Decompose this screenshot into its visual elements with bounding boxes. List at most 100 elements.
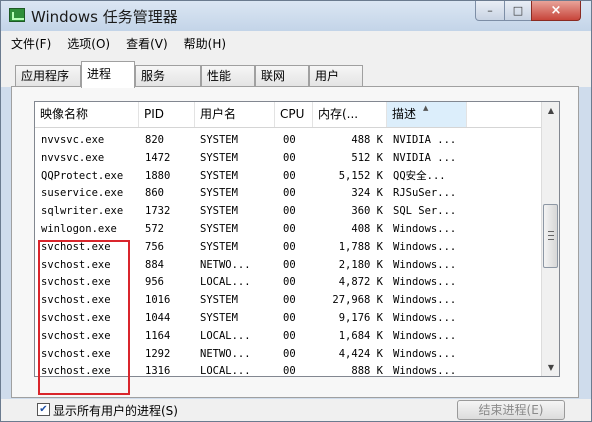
cell-pid: 572 — [145, 222, 164, 235]
cell-cpu: 00 — [283, 205, 296, 218]
cell-pid: 1472 — [145, 151, 171, 164]
tab-services[interactable]: 服务 — [135, 65, 201, 87]
cell-desc: SQL Ser... — [393, 205, 457, 218]
cell-cpu: 00 — [283, 258, 296, 271]
scroll-up-icon[interactable]: ▲ — [542, 102, 559, 119]
cell-cpu: 00 — [283, 134, 296, 146]
table-row[interactable]: svchost.exe 1016 SYSTEM 00 27,968 K Windows..… — [35, 292, 541, 310]
tab-strip: 应用程序 进程 服务 性能 联网 用户 — [1, 55, 591, 88]
table-row[interactable]: svchost.exe 1316 LOCAL... 00 888 K Windows... — [35, 363, 541, 377]
cell-name: sqlwriter.exe — [41, 205, 124, 218]
task-manager-icon — [9, 8, 25, 22]
column-header-pid[interactable]: PID — [139, 102, 195, 127]
cell-mem: 9,176 K — [338, 311, 383, 324]
cell-name: svchost.exe — [41, 347, 111, 360]
tab-performance[interactable]: 性能 — [201, 65, 255, 87]
menu-help[interactable]: 帮助(H) — [184, 35, 226, 52]
table-row[interactable]: nvvsvc.exe 820 SYSTEM 00 488 K NVIDIA ... — [35, 132, 541, 150]
cell-desc: RJSuSer... — [393, 187, 457, 200]
cell-cpu: 00 — [283, 311, 296, 324]
cell-desc: Windows... — [393, 294, 457, 307]
vertical-scrollbar[interactable]: ▲ ▼ — [541, 102, 559, 376]
cell-desc: NVIDIA ... — [393, 151, 457, 164]
cell-pid: 756 — [145, 240, 164, 253]
bottom-bar: ✔ 显示所有用户的进程(S) 结束进程(E) — [1, 399, 591, 421]
process-list[interactable]: 映像名称 PID 用户名 CPU 内存(... 描述 ▲ nvvsvc.exe 8… — [34, 101, 560, 377]
cell-desc: NVIDIA ... — [393, 134, 457, 146]
cell-desc: Windows... — [393, 258, 457, 271]
cell-cpu: 00 — [283, 329, 296, 342]
minimize-button[interactable]: – — [475, 1, 505, 21]
table-row[interactable]: QQProtect.exe 1880 SYSTEM 00 5,152 K QQ安全... — [35, 168, 541, 186]
cell-user: SYSTEM — [200, 294, 238, 307]
menu-view[interactable]: 查看(V) — [126, 35, 168, 52]
cell-user: SYSTEM — [200, 134, 238, 146]
cell-name: svchost.exe — [41, 311, 111, 324]
cell-name: svchost.exe — [41, 240, 111, 253]
cell-user: LOCAL... — [200, 276, 251, 289]
table-row[interactable]: svchost.exe 1164 LOCAL... 00 1,684 K Windows.… — [35, 328, 541, 346]
cell-name: suservice.exe — [41, 187, 124, 200]
show-all-users-label[interactable]: 显示所有用户的进程(S) — [53, 402, 178, 419]
close-button[interactable]: × — [531, 1, 581, 21]
table-row[interactable]: svchost.exe 884 NETWO... 00 2,180 K Windows..… — [35, 257, 541, 275]
cell-pid: 860 — [145, 187, 164, 200]
table-row[interactable]: nvvsvc.exe 1472 SYSTEM 00 512 K NVIDIA ... — [35, 150, 541, 168]
cell-cpu: 00 — [283, 294, 296, 307]
cell-name: svchost.exe — [41, 294, 111, 307]
cell-desc: Windows... — [393, 222, 457, 235]
menu-file[interactable]: 文件(F) — [11, 35, 51, 52]
column-header-row: 映像名称 PID 用户名 CPU 内存(... 描述 ▲ — [35, 102, 541, 128]
cell-user: SYSTEM — [200, 187, 238, 200]
tab-processes[interactable]: 进程 — [81, 61, 135, 88]
cell-name: svchost.exe — [41, 365, 111, 377]
table-row[interactable]: svchost.exe 1292 NETWO... 00 4,424 K Windows.… — [35, 346, 541, 364]
cell-pid: 956 — [145, 276, 164, 289]
cell-cpu: 00 — [283, 187, 296, 200]
cell-user: SYSTEM — [200, 240, 238, 253]
cell-name: nvvsvc.exe — [41, 134, 105, 146]
title-bar[interactable]: Windows 任务管理器 – □ × — [1, 1, 591, 31]
cell-name: QQProtect.exe — [41, 169, 124, 182]
tab-users[interactable]: 用户 — [309, 65, 363, 87]
table-row[interactable]: svchost.exe 756 SYSTEM 00 1,788 K Windows... — [35, 239, 541, 257]
cell-desc: Windows... — [393, 240, 457, 253]
menu-bar: 文件(F) 选项(O) 查看(V) 帮助(H) — [1, 31, 591, 55]
cell-name: nvvsvc.exe — [41, 151, 105, 164]
show-all-users-checkbox[interactable]: ✔ — [37, 403, 50, 416]
table-row[interactable]: winlogon.exe 572 SYSTEM 00 408 K Windows... — [35, 221, 541, 239]
column-header-cpu[interactable]: CPU — [275, 102, 313, 127]
cell-desc: Windows... — [393, 347, 457, 360]
column-header-image-name[interactable]: 映像名称 — [35, 102, 139, 127]
cell-cpu: 00 — [283, 151, 296, 164]
column-header-description-label: 描述 — [392, 107, 417, 121]
end-process-button[interactable]: 结束进程(E) — [457, 400, 565, 420]
tab-networking[interactable]: 联网 — [255, 65, 309, 87]
column-header-description[interactable]: 描述 ▲ — [387, 102, 467, 127]
grip-icon — [548, 231, 554, 240]
table-row[interactable]: svchost.exe 956 LOCAL... 00 4,872 K Windows..… — [35, 274, 541, 292]
column-header-memory[interactable]: 内存(... — [313, 102, 387, 127]
tab-applications[interactable]: 应用程序 — [15, 65, 81, 87]
table-row[interactable]: suservice.exe 860 SYSTEM 00 324 K RJSuSer... — [35, 185, 541, 203]
scroll-down-icon[interactable]: ▼ — [542, 359, 559, 376]
cell-cpu: 00 — [283, 222, 296, 235]
cell-mem: 1,684 K — [338, 329, 383, 342]
cell-pid: 1016 — [145, 294, 171, 307]
menu-options[interactable]: 选项(O) — [67, 35, 110, 52]
cell-pid: 1292 — [145, 347, 171, 360]
column-header-user[interactable]: 用户名 — [195, 102, 275, 127]
cell-mem: 1,788 K — [338, 240, 383, 253]
cell-user: NETWO... — [200, 258, 251, 271]
maximize-button[interactable]: □ — [504, 1, 532, 21]
cell-pid: 884 — [145, 258, 164, 271]
task-manager-window: Windows 任务管理器 – □ × 文件(F) 选项(O) 查看(V) 帮助… — [0, 0, 592, 422]
scrollbar-thumb[interactable] — [543, 204, 558, 268]
table-row[interactable]: sqlwriter.exe 1732 SYSTEM 00 360 K SQL Ser... — [35, 203, 541, 221]
cell-cpu: 00 — [283, 276, 296, 289]
cell-name: svchost.exe — [41, 276, 111, 289]
cell-mem: 4,424 K — [338, 347, 383, 360]
cell-pid: 1164 — [145, 329, 171, 342]
table-row[interactable]: svchost.exe 1044 SYSTEM 00 9,176 K Windows... — [35, 310, 541, 328]
cell-mem: 488 K — [351, 134, 383, 146]
